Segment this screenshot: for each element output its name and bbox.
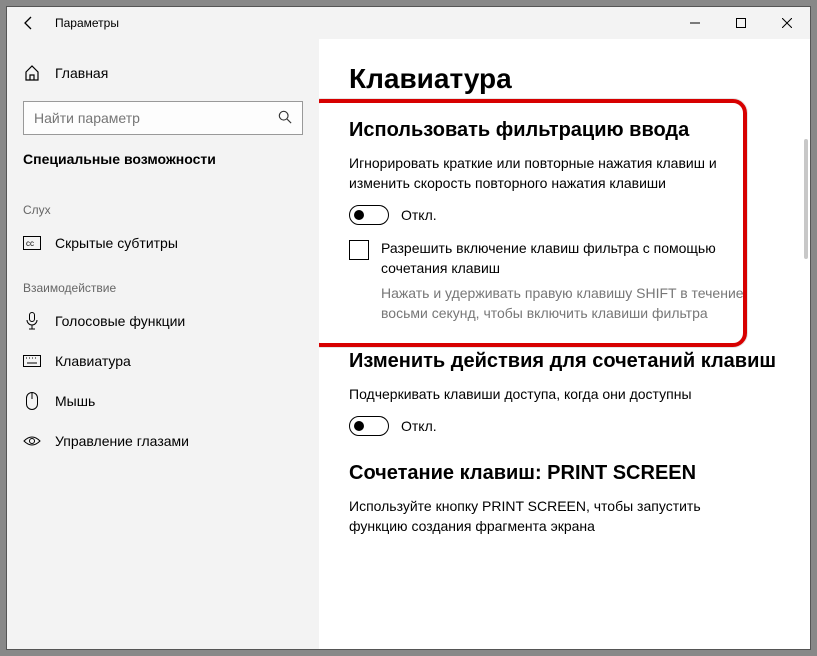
scrollbar-thumb[interactable]	[804, 139, 808, 259]
keyboard-icon	[23, 352, 41, 370]
page-title: Клавиатура	[349, 63, 780, 95]
nav-item-label: Управление глазами	[55, 433, 189, 449]
filter-checkbox-hint: Нажать и удерживать правую клавишу SHIFT…	[381, 284, 751, 323]
nav-home-label: Главная	[55, 65, 108, 81]
nav-speech[interactable]: Голосовые функции	[7, 301, 319, 341]
underline-toggle-state: Откл.	[401, 418, 437, 434]
back-button[interactable]	[7, 7, 51, 39]
close-icon	[782, 18, 792, 28]
nav-keyboard[interactable]: Клавиатура	[7, 341, 319, 381]
nav-home[interactable]: Главная	[7, 53, 319, 93]
settings-window: Параметры Главная Специальные возможност…	[6, 6, 811, 650]
svg-text:cc: cc	[26, 239, 34, 248]
nav-item-label: Голосовые функции	[55, 313, 185, 329]
minimize-icon	[690, 18, 700, 28]
content-pane: Клавиатура Использовать фильтрацию ввода…	[319, 39, 810, 649]
group-label-hearing: Слух	[7, 185, 319, 223]
printscreen-heading: Сочетание клавиш: PRINT SCREEN	[349, 462, 780, 485]
captions-icon: cc	[23, 234, 41, 252]
sidebar: Главная Специальные возможности Слух cc …	[7, 39, 319, 649]
window-controls	[672, 7, 810, 39]
section-printscreen: Сочетание клавиш: PRINT SCREEN Используй…	[349, 462, 780, 536]
nav-captions[interactable]: cc Скрытые субтитры	[7, 223, 319, 263]
titlebar: Параметры	[7, 7, 810, 39]
search-input[interactable]	[34, 110, 278, 126]
maximize-button[interactable]	[718, 7, 764, 39]
section-filter-keys: Использовать фильтрацию ввода Игнорирова…	[349, 119, 780, 324]
arrow-left-icon	[21, 15, 37, 31]
category-title: Специальные возможности	[7, 149, 319, 185]
mouse-icon	[23, 392, 41, 410]
search-icon	[278, 110, 292, 127]
group-label-interaction: Взаимодействие	[7, 263, 319, 301]
section-shortcut-behavior: Изменить действия для сочетаний клавиш П…	[349, 350, 780, 437]
filter-toggle[interactable]	[349, 205, 389, 225]
maximize-icon	[736, 18, 746, 28]
filter-checkbox-label: Разрешить включение клавиш фильтра с пом…	[381, 239, 749, 278]
filter-shortcut-checkbox[interactable]	[349, 240, 369, 260]
nav-item-label: Мышь	[55, 393, 95, 409]
home-icon	[23, 65, 41, 81]
close-button[interactable]	[764, 7, 810, 39]
toggle-knob	[354, 421, 364, 431]
nav-item-label: Скрытые субтитры	[55, 235, 178, 251]
minimize-button[interactable]	[672, 7, 718, 39]
nav-eye-control[interactable]: Управление глазами	[7, 421, 319, 461]
filter-desc: Игнорировать краткие или повторные нажат…	[349, 154, 729, 193]
search-input-wrap[interactable]	[23, 101, 303, 135]
nav-mouse[interactable]: Мышь	[7, 381, 319, 421]
printscreen-desc: Используйте кнопку PRINT SCREEN, чтобы з…	[349, 497, 729, 536]
microphone-icon	[23, 312, 41, 330]
shortcut-heading: Изменить действия для сочетаний клавиш	[349, 350, 780, 373]
shortcut-desc: Подчеркивать клавиши доступа, когда они …	[349, 385, 729, 405]
filter-heading: Использовать фильтрацию ввода	[349, 119, 780, 142]
app-title: Параметры	[55, 16, 119, 30]
toggle-knob	[354, 210, 364, 220]
underline-toggle[interactable]	[349, 416, 389, 436]
filter-toggle-state: Откл.	[401, 207, 437, 223]
eye-icon	[23, 432, 41, 450]
nav-item-label: Клавиатура	[55, 353, 131, 369]
